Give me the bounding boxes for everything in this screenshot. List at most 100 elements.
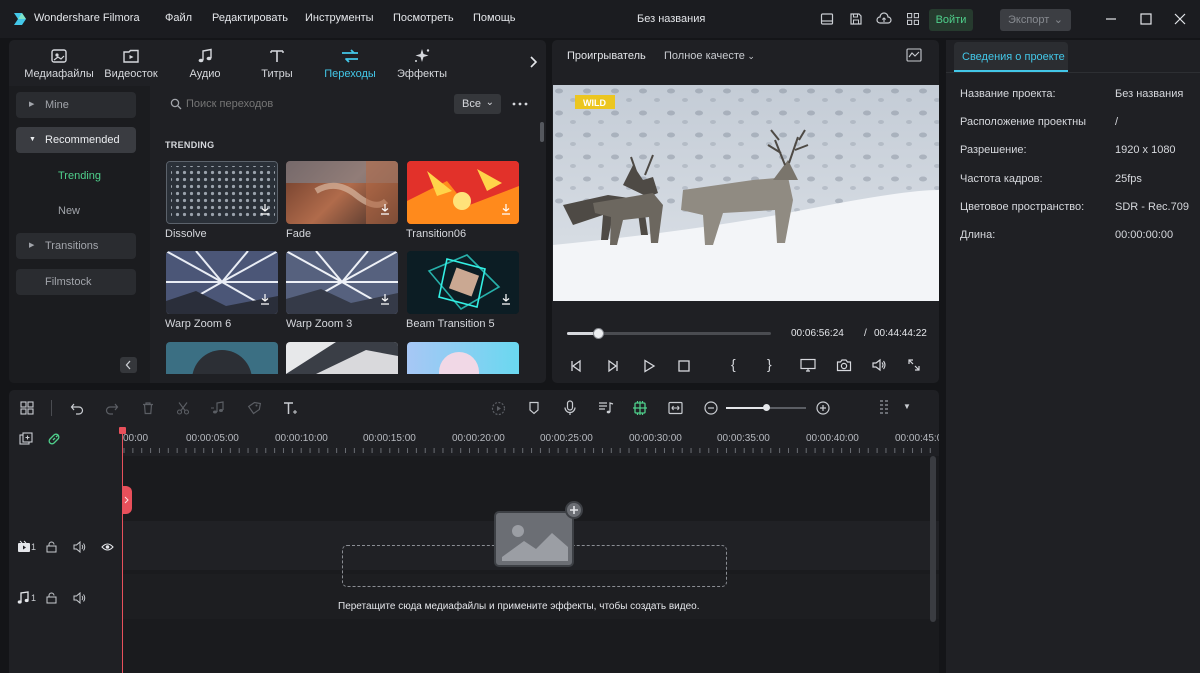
playback-knob[interactable]	[592, 328, 604, 339]
cut-icon[interactable]	[176, 401, 190, 415]
title-bar: Wondershare Filmora Файл Редактировать И…	[0, 0, 1200, 38]
play-icon[interactable]	[642, 359, 656, 373]
thumbs-scrollbar[interactable]	[540, 122, 544, 142]
zoom-out-icon[interactable]	[704, 401, 718, 415]
sidebar-item-transitions[interactable]: ▶ Transitions	[16, 233, 136, 259]
audio-edit-icon[interactable]	[210, 401, 228, 415]
redo-icon[interactable]	[105, 401, 119, 415]
tab-titles[interactable]: Титры	[247, 48, 307, 80]
sidebar-item-filmstock[interactable]: Filmstock	[16, 269, 136, 295]
tab-media-label: Медиафайлы	[24, 68, 94, 80]
chevron-down-icon[interactable]: ▼	[903, 402, 911, 411]
collapse-sidebar-button[interactable]	[120, 357, 137, 373]
menu-file[interactable]: Файл	[165, 12, 192, 24]
download-icon[interactable]	[259, 293, 271, 305]
snapshot-icon[interactable]	[836, 358, 852, 372]
player-tab[interactable]: Проигрыватель	[567, 50, 646, 62]
tag-icon[interactable]	[247, 401, 261, 415]
next-frame-icon[interactable]	[606, 359, 620, 373]
export-label: Экспорт	[1008, 14, 1050, 26]
chevron-right-icon[interactable]	[528, 55, 538, 69]
audio-mute-icon[interactable]	[73, 541, 86, 553]
sidebar-item-label: Transitions	[45, 240, 99, 252]
zoom-in-icon[interactable]	[816, 401, 830, 415]
download-icon[interactable]	[379, 203, 391, 215]
tab-audio[interactable]: Аудио	[175, 48, 235, 80]
tab-media[interactable]: Медиафайлы	[23, 48, 95, 80]
mark-in-icon[interactable]: {	[731, 356, 736, 372]
tab-transitions[interactable]: Переходы	[318, 48, 382, 80]
ruler-tick-label: 00:00:30:00	[629, 433, 682, 444]
menu-edit[interactable]: Редактировать	[212, 12, 288, 24]
transition-thumb-partial[interactable]	[286, 342, 398, 374]
download-icon[interactable]	[500, 203, 512, 215]
link-icon[interactable]	[47, 432, 61, 446]
lock-icon[interactable]	[46, 592, 57, 604]
lock-icon[interactable]	[46, 541, 57, 553]
export-button[interactable]: Экспорт ⌄	[1000, 9, 1071, 31]
sidebar-item-recommended[interactable]: ▼ Recommended	[16, 127, 136, 153]
download-icon[interactable]	[259, 203, 271, 215]
search-input[interactable]	[186, 95, 436, 113]
tab-effects[interactable]: Эффекты	[392, 48, 452, 80]
close-icon[interactable]	[1174, 13, 1186, 25]
total-time: 00:44:44:22	[874, 328, 927, 339]
add-track-icon[interactable]	[19, 432, 33, 446]
minimize-icon[interactable]	[1105, 12, 1117, 26]
sidebar-item-mine[interactable]: ▶ Mine	[16, 92, 136, 118]
transition-thumb-partial[interactable]	[166, 342, 278, 374]
delete-icon[interactable]	[141, 401, 155, 415]
menu-view[interactable]: Посмотреть	[393, 12, 454, 24]
save-icon[interactable]	[849, 12, 863, 26]
zoom-slider-knob[interactable]	[763, 404, 770, 411]
transition-name: Warp Zoom 3	[286, 318, 353, 330]
layout-icon[interactable]	[820, 12, 834, 26]
current-time: 00:06:56:24	[791, 328, 844, 339]
waveform-icon[interactable]	[906, 48, 922, 62]
menu-tools[interactable]: Инструменты	[305, 12, 374, 24]
info-value: /	[1115, 116, 1119, 128]
download-icon[interactable]	[379, 293, 391, 305]
more-options-icon[interactable]	[512, 101, 528, 107]
transition-thumb-partial[interactable]	[407, 342, 519, 374]
undo-icon[interactable]	[70, 401, 84, 415]
login-button[interactable]: Войти	[929, 9, 973, 31]
split-screen-icon[interactable]	[668, 401, 683, 415]
ai-cut-icon[interactable]	[632, 400, 648, 416]
microphone-icon[interactable]	[563, 400, 577, 416]
playhead-handle[interactable]	[122, 486, 132, 514]
audio-mix-icon[interactable]	[598, 401, 614, 415]
eye-icon[interactable]	[101, 542, 114, 552]
menu-help[interactable]: Помощь	[473, 12, 516, 24]
mark-out-icon[interactable]: }	[767, 356, 772, 372]
layout-grid-icon[interactable]	[20, 401, 34, 415]
cloud-upload-icon[interactable]	[876, 12, 892, 26]
maximize-icon[interactable]	[1140, 13, 1152, 25]
fullscreen-icon[interactable]	[907, 358, 921, 372]
display-icon[interactable]	[800, 358, 816, 372]
sidebar-item-trending[interactable]: Trending	[58, 170, 101, 182]
transition-name: Dissolve	[165, 228, 207, 240]
apps-grid-icon[interactable]	[906, 12, 920, 26]
info-value: Без названия	[1115, 88, 1184, 100]
stop-icon[interactable]	[677, 359, 691, 373]
timeline-scrollbar[interactable]	[930, 456, 936, 622]
previous-frame-icon[interactable]	[569, 359, 583, 373]
marker-icon[interactable]	[527, 401, 541, 415]
playhead-top[interactable]	[119, 427, 126, 434]
volume-icon[interactable]	[871, 358, 887, 372]
filter-select[interactable]: Все ⌄	[454, 94, 501, 114]
quality-select[interactable]: Полное качесте ⌄	[664, 50, 755, 62]
text-tool-icon[interactable]	[282, 401, 298, 415]
tab-titles-label: Титры	[261, 68, 293, 80]
tab-stock[interactable]: Видеосток	[101, 48, 161, 80]
add-media-icon[interactable]	[565, 501, 583, 519]
timeline-settings-icon[interactable]	[879, 399, 891, 417]
caret-down-icon: ▼	[29, 136, 36, 143]
download-icon[interactable]	[500, 293, 512, 305]
audio-mute-icon[interactable]	[73, 592, 86, 604]
video-preview[interactable]: WILD	[553, 85, 939, 301]
project-info-tab[interactable]: Сведения о проекте	[954, 42, 1068, 72]
speed-icon[interactable]	[491, 401, 506, 416]
sidebar-item-new[interactable]: New	[58, 205, 80, 217]
